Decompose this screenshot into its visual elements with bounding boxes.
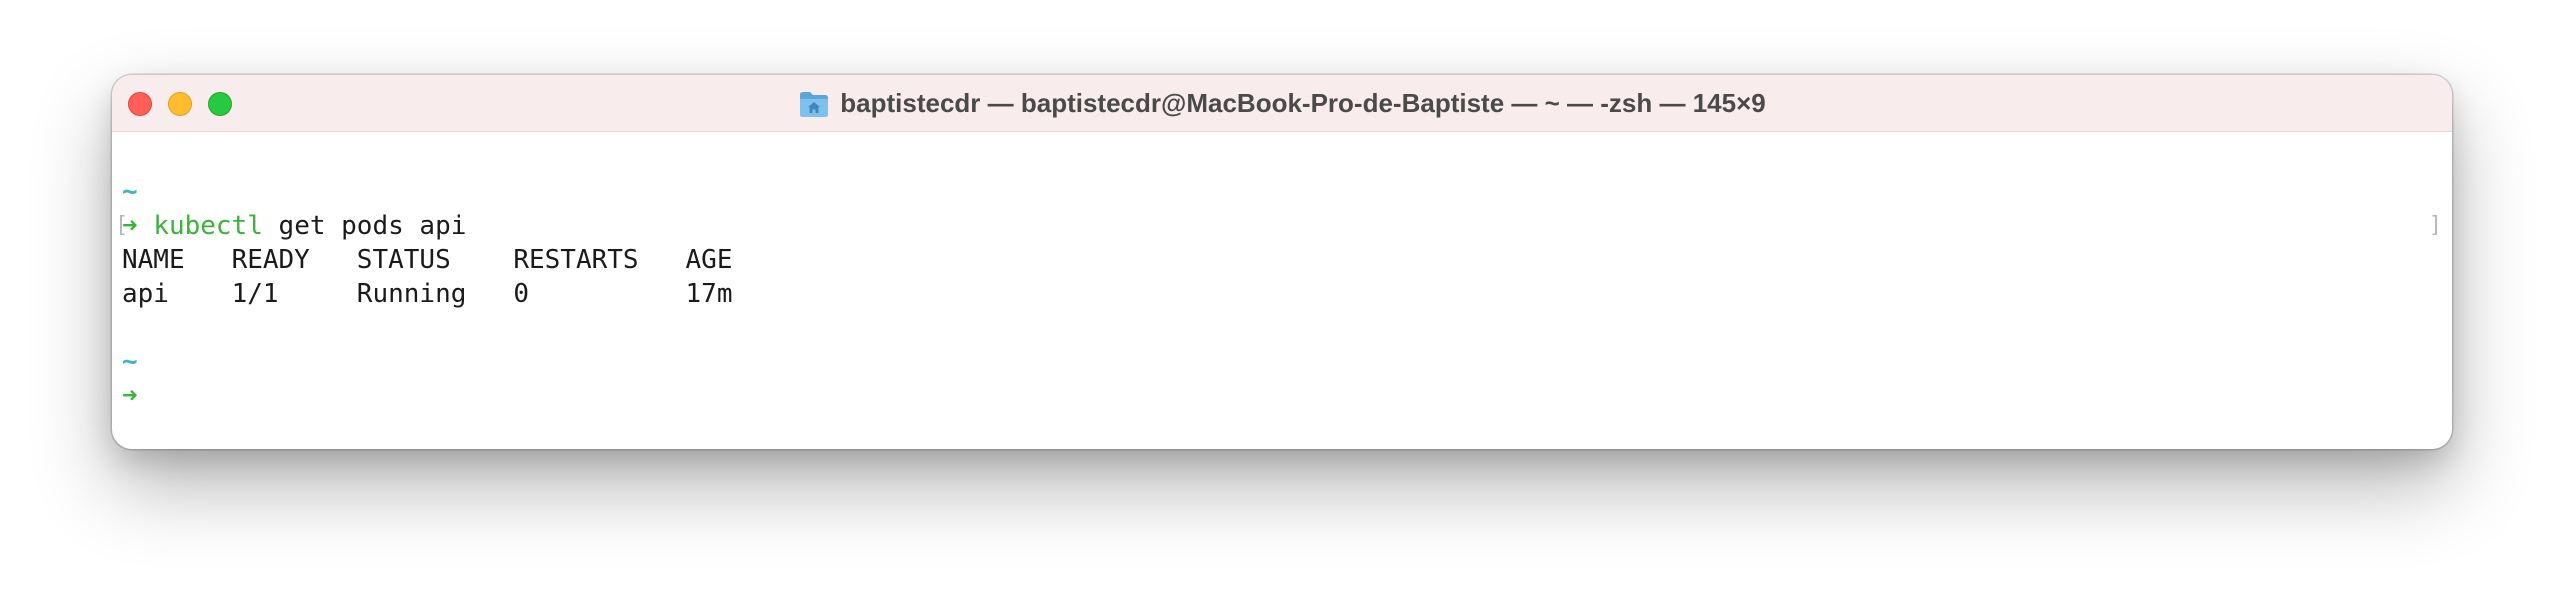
window-title-wrap: baptistecdr — baptistecdr@MacBook-Pro-de… <box>112 75 2452 132</box>
prompt-cwd-1: ~ <box>122 175 2442 209</box>
prompt-mark-right: ] <box>2428 213 2442 238</box>
output-table-row: api 1/1 Running 0 17m <box>122 279 733 309</box>
cwd-tilde: ~ <box>122 347 138 377</box>
terminal-content[interactable]: ~ [➜ kubectl get pods api] NAME READY ST… <box>115 175 2442 413</box>
prompt-cwd-2: ~ <box>122 345 2442 379</box>
terminal-window: baptistecdr — baptistecdr@MacBook-Pro-de… <box>112 75 2452 449</box>
cwd-tilde: ~ <box>122 177 138 207</box>
prompt-arrow-icon: ➜ <box>122 381 138 411</box>
window-title: baptistecdr — baptistecdr@MacBook-Pro-de… <box>840 88 1766 118</box>
active-prompt-line[interactable]: ➜ <box>122 379 2442 413</box>
prompt-mark-left: [ <box>115 213 129 238</box>
home-folder-icon <box>800 91 829 117</box>
command-name: kubectl <box>153 211 263 241</box>
command-args: get pods api <box>262 211 467 241</box>
title-bar[interactable]: baptistecdr — baptistecdr@MacBook-Pro-de… <box>112 75 2452 132</box>
output-table-header: NAME READY STATUS RESTARTS AGE <box>122 245 733 275</box>
command-line: [➜ kubectl get pods api] <box>115 209 2442 243</box>
